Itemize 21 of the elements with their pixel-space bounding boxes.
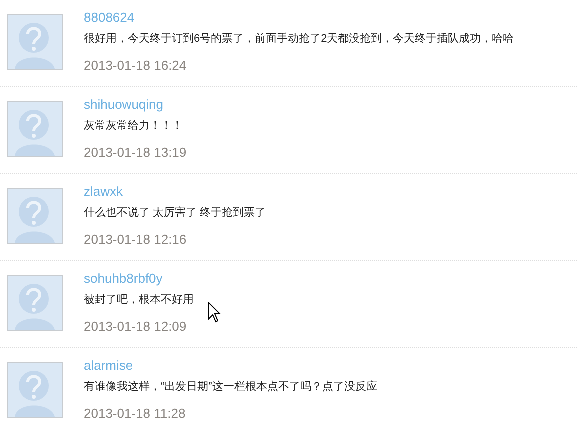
username-link[interactable]: 8808624 [84,8,514,28]
avatar-placeholder-icon [7,362,63,418]
comment-text: 被封了吧，根本不好用 [84,293,194,308]
username-link[interactable]: sohuhb8rbf0y [84,269,194,289]
comment-time: 2013-01-18 16:24 [84,57,188,75]
mouse-cursor-icon [208,302,221,323]
username-link[interactable]: zlawxk [84,182,266,202]
avatar-placeholder-icon [7,101,63,157]
avatar-placeholder-icon [7,188,63,244]
username-link[interactable]: alarmise [84,356,378,376]
comment-time: 2013-01-18 13:19 [84,144,187,162]
comment-text: 什么也不说了 太厉害了 终于抢到票了 [84,206,266,221]
avatar-placeholder-icon [7,14,63,70]
comment-time: 2013-01-18 12:09 [84,318,188,336]
comment-text: 灰常灰常给力！！！ [84,119,184,134]
username-link[interactable]: shihuowuqing [84,95,187,115]
comment-time: 2013-01-18 11:28 [84,405,187,423]
comment-text: 很好用，今天终于订到6号的票了，前面手动抢了2天都没抢到，今天终于插队成功，哈哈 [84,32,514,47]
comment-time: 2013-01-18 12:16 [84,231,188,249]
comment-text: 有谁像我这样，“出发日期”这一栏根本点不了吗？点了没反应 [84,380,378,395]
avatar-placeholder-icon [7,275,63,331]
